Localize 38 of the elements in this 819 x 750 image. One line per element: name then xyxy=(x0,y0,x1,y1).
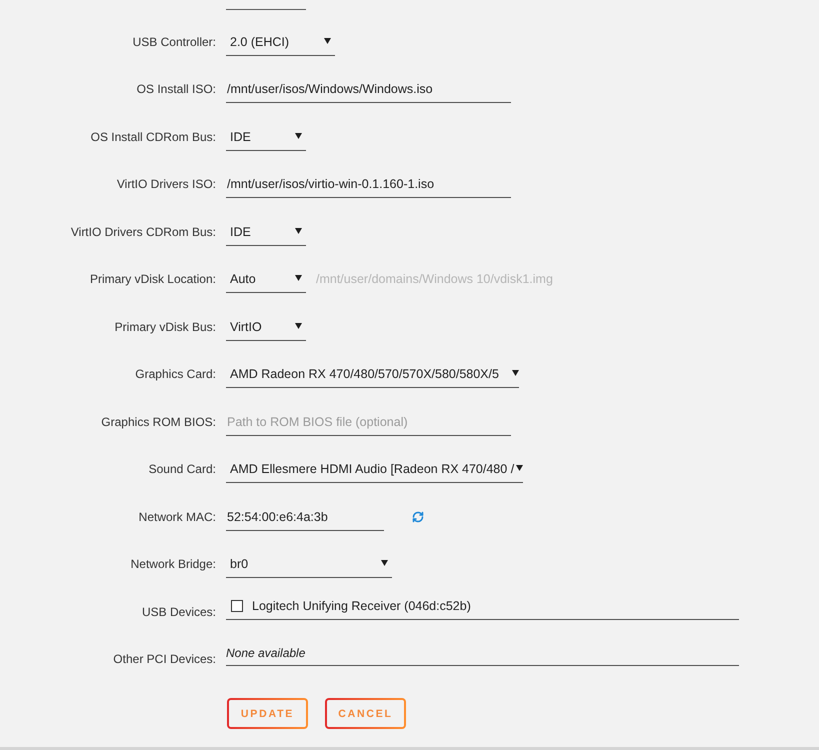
text-field[interactable]: /mnt/user/isos/Windows/Windows.iso xyxy=(226,75,511,104)
device-list: None available xyxy=(226,645,739,666)
caret-icon xyxy=(295,132,302,139)
select-field[interactable]: IDE xyxy=(226,122,306,151)
caret-icon xyxy=(295,322,302,329)
caret-icon xyxy=(324,38,331,44)
field-label: VirtIO Drivers CDRom Bus: xyxy=(70,224,216,240)
text-field[interactable]: 52:54:00:e6:4a:3b xyxy=(226,502,384,531)
select-field[interactable]: Auto xyxy=(226,265,306,294)
select-field[interactable]: AMD Ellesmere HDMI Audio [Radeon RX 470/480 / xyxy=(226,455,524,484)
field-label: OS Install ISO: xyxy=(136,81,216,98)
field-label: Network Bridge: xyxy=(130,556,216,572)
refresh-icon[interactable] xyxy=(412,510,424,523)
caret-icon xyxy=(295,275,302,282)
select-field[interactable]: IDE xyxy=(226,218,306,246)
field-label: Other PCI Devices: xyxy=(113,651,216,668)
caret-icon xyxy=(512,370,519,376)
device-label: Logitech Unifying Receiver (046d:c52b) xyxy=(252,598,471,614)
caret-icon xyxy=(295,228,302,234)
checkbox[interactable] xyxy=(231,600,243,612)
field-label: USB Devices: xyxy=(142,604,216,620)
select-field[interactable]: 2.0 (EHCI) xyxy=(226,28,335,56)
field-label: Graphics Card: xyxy=(135,366,216,382)
vdisk-path-text: /mnt/user/domains/Windows 10/vdisk1.img xyxy=(316,271,553,288)
text-field[interactable]: /mnt/user/isos/virtio-win-0.1.160-1.iso xyxy=(226,170,511,198)
select-field[interactable]: VirtIO xyxy=(226,312,306,341)
field-label: VirtIO Drivers ISO: xyxy=(116,176,216,192)
select-field[interactable]: br0 xyxy=(226,550,392,578)
field-label: Sound Card: xyxy=(148,461,216,478)
field-label: Graphics ROM BIOS: xyxy=(101,414,216,430)
field-label: Network MAC: xyxy=(138,508,216,525)
field-label: OS Install CDRom Bus: xyxy=(90,128,216,145)
field-label: Primary vDisk Bus: xyxy=(114,318,216,335)
select-field[interactable]: AMD Radeon RX 470/480/570/570X/580/580X/5 xyxy=(226,360,519,388)
caret-icon xyxy=(381,560,388,566)
field-label: Primary vDisk Location: xyxy=(90,271,216,288)
field-label: USB Controller: xyxy=(132,34,216,50)
caret-icon xyxy=(516,465,524,472)
